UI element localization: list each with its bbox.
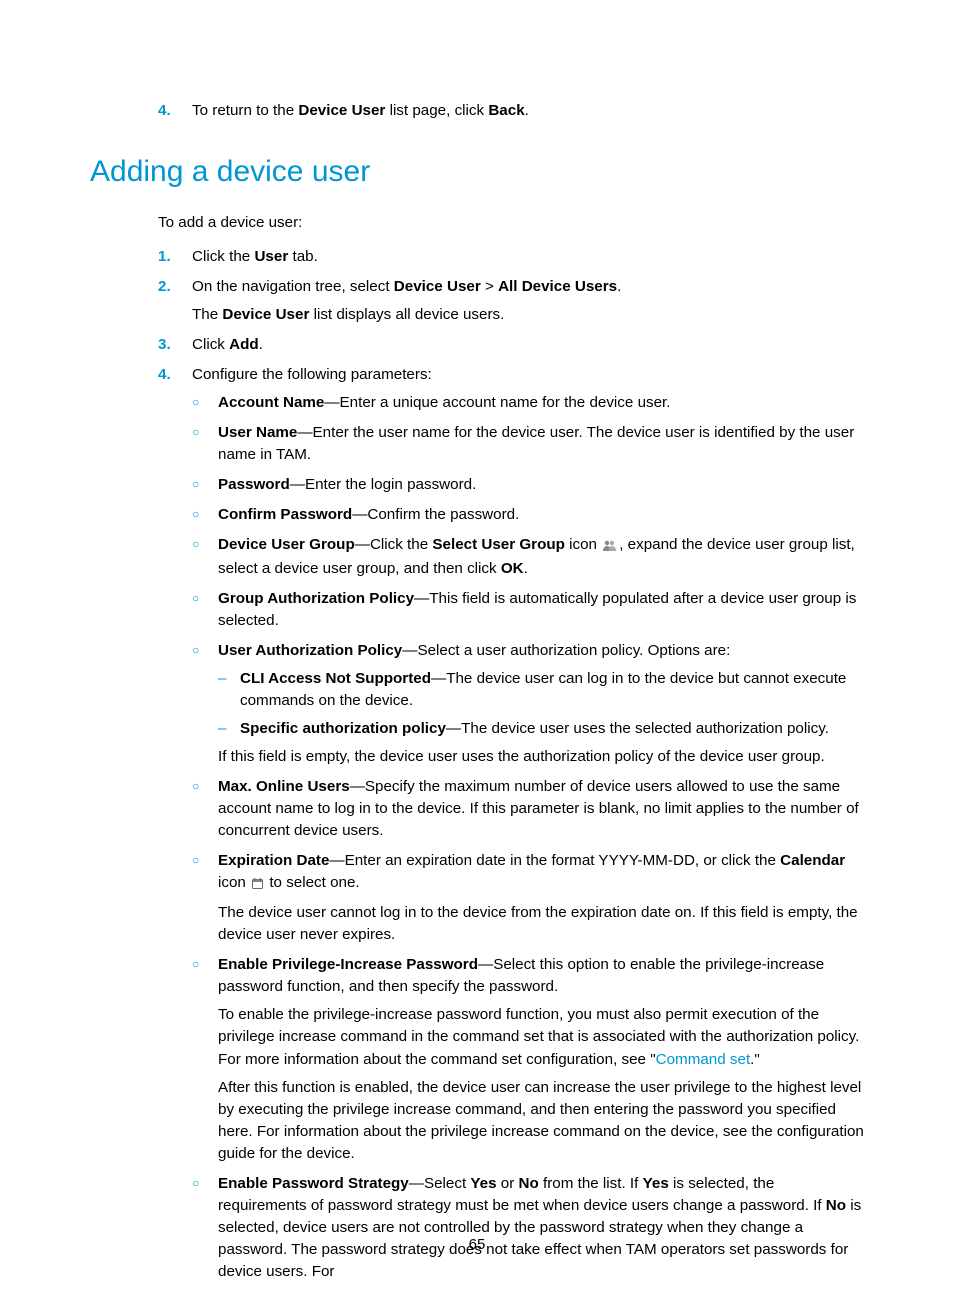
bullet-circle-icon: ○ — [192, 640, 218, 768]
bullet-circle-icon: ○ — [192, 588, 218, 632]
user-group-icon — [603, 536, 617, 558]
step-item: 1.Click the User tab. — [158, 246, 864, 268]
param-body: Enable Privilege-Increase Password—Selec… — [218, 954, 864, 1164]
step-body: On the navigation tree, select Device Us… — [192, 276, 864, 326]
bullet-circle-icon: ○ — [192, 474, 218, 496]
step-body: Click Add. — [192, 334, 864, 356]
bold-text: Calendar — [780, 852, 845, 869]
step-item: 2.On the navigation tree, select Device … — [158, 276, 864, 326]
bold-text: Account Name — [218, 394, 324, 411]
param-item: ○Expiration Date—Enter an expiration dat… — [192, 850, 864, 946]
bold-text: Max. Online Users — [218, 778, 350, 795]
dash-icon: – — [218, 718, 240, 740]
bullet-circle-icon: ○ — [192, 850, 218, 946]
bold-text: Add — [229, 336, 259, 353]
bold-text: Password — [218, 476, 290, 493]
params-list: ○Account Name—Enter a unique account nam… — [192, 392, 864, 1283]
param-item: ○User Authorization Policy—Select a user… — [192, 640, 864, 768]
param-body: Enable Password Strategy—Select Yes or N… — [218, 1173, 864, 1283]
bullet-circle-icon: ○ — [192, 534, 218, 580]
bold-text: Enable Password Strategy — [218, 1175, 409, 1192]
bold-text: Yes — [643, 1175, 669, 1192]
param-body: Password—Enter the login password. — [218, 474, 864, 496]
param-item: ○Enable Password Strategy—Select Yes or … — [192, 1173, 864, 1283]
param-body: User Name—Enter the user name for the de… — [218, 422, 864, 466]
param-item: ○Password—Enter the login password. — [192, 474, 864, 496]
bold-text: User Authorization Policy — [218, 642, 402, 659]
param-item: ○User Name—Enter the user name for the d… — [192, 422, 864, 466]
bold-text: Device User — [222, 306, 309, 323]
bold-text: Specific authorization policy — [240, 720, 446, 737]
param-body: Confirm Password—Confirm the password. — [218, 504, 864, 526]
step-number: 1. — [158, 246, 192, 268]
bold-text: Confirm Password — [218, 506, 352, 523]
bold-text: User Name — [218, 424, 297, 441]
step-number: 4. — [158, 364, 192, 1291]
bold-text: Select User Group — [432, 536, 565, 553]
bullet-circle-icon: ○ — [192, 392, 218, 414]
param-item: ○Group Authorization Policy—This field i… — [192, 588, 864, 632]
step-body: Configure the following parameters:○Acco… — [192, 364, 864, 1291]
bold-text: CLI Access Not Supported — [240, 670, 431, 687]
section-heading: Adding a device user — [90, 150, 864, 194]
list-item-4-return: 4. To return to the Device User list pag… — [158, 100, 864, 122]
param-item: ○Device User Group—Click the Select User… — [192, 534, 864, 580]
param-body: User Authorization Policy—Select a user … — [218, 640, 864, 768]
list-text: To return to the Device User list page, … — [192, 100, 529, 122]
bold-text: All Device Users — [498, 278, 617, 295]
param-body: Max. Online Users—Specify the maximum nu… — [218, 776, 864, 842]
bold-text: User — [254, 248, 288, 265]
param-body: Expiration Date—Enter an expiration date… — [218, 850, 864, 946]
bullet-circle-icon: ○ — [192, 422, 218, 466]
bold-text: No — [826, 1197, 846, 1214]
subopt-item: –Specific authorization policy—The devic… — [218, 718, 864, 740]
link-command-set[interactable]: Command set — [656, 1051, 751, 1068]
bullet-circle-icon: ○ — [192, 776, 218, 842]
list-marker: 4. — [158, 100, 192, 122]
bold-text: Device User Group — [218, 536, 355, 553]
suboptions-list: –CLI Access Not Supported—The device use… — [218, 668, 864, 740]
bold-text: No — [519, 1175, 539, 1192]
step-number: 3. — [158, 334, 192, 356]
bold-text: Expiration Date — [218, 852, 329, 869]
param-item: ○Confirm Password—Confirm the password. — [192, 504, 864, 526]
bullet-circle-icon: ○ — [192, 1173, 218, 1283]
page: 4. To return to the Device User list pag… — [0, 0, 954, 1296]
param-body: Group Authorization Policy—This field is… — [218, 588, 864, 632]
bullet-circle-icon: ○ — [192, 954, 218, 1164]
step-number: 2. — [158, 276, 192, 326]
step-body: Click the User tab. — [192, 246, 864, 268]
dash-icon: – — [218, 668, 240, 712]
param-item: ○Max. Online Users—Specify the maximum n… — [192, 776, 864, 842]
steps-list: 1.Click the User tab.2.On the navigation… — [158, 246, 864, 1291]
param-item: ○Enable Privilege-Increase Password—Sele… — [192, 954, 864, 1164]
step-item: 3.Click Add. — [158, 334, 864, 356]
bold-text: Group Authorization Policy — [218, 590, 414, 607]
param-body: Device User Group—Click the Select User … — [218, 534, 864, 580]
bold-text: Enable Privilege-Increase Password — [218, 956, 478, 973]
bold-text: OK — [501, 560, 524, 577]
intro-text: To add a device user: — [158, 212, 864, 234]
bullet-circle-icon: ○ — [192, 504, 218, 526]
calendar-icon — [252, 874, 263, 896]
subopt-item: –CLI Access Not Supported—The device use… — [218, 668, 864, 712]
step-item: 4.Configure the following parameters:○Ac… — [158, 364, 864, 1291]
page-number: 65 — [0, 1234, 954, 1256]
bold-text: Device User — [394, 278, 481, 295]
param-body: Account Name—Enter a unique account name… — [218, 392, 864, 414]
bold-text: Yes — [470, 1175, 496, 1192]
param-item: ○Account Name—Enter a unique account nam… — [192, 392, 864, 414]
